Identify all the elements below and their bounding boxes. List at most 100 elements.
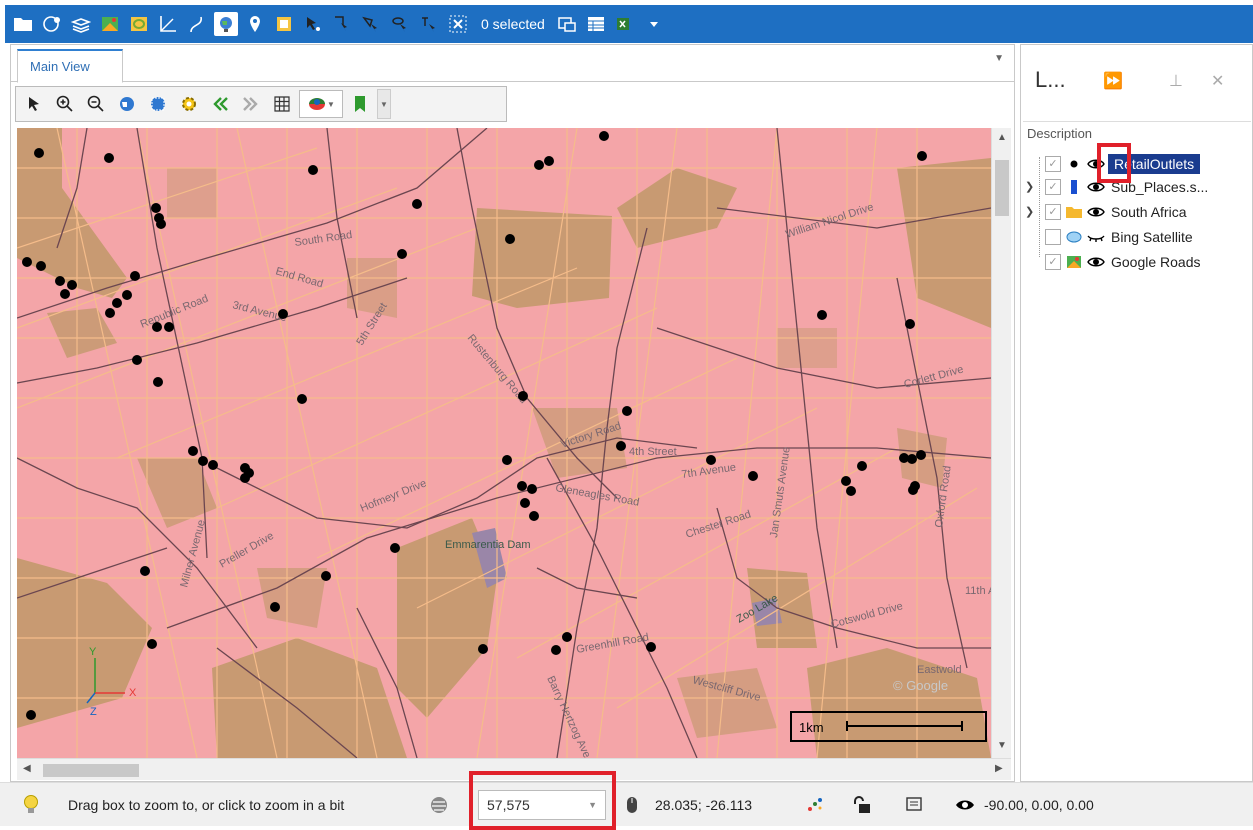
zoom-in-icon[interactable] xyxy=(51,90,79,118)
select-arrow-icon[interactable] xyxy=(301,12,325,36)
polygon-symbol-icon xyxy=(1065,179,1083,195)
layer-checkbox[interactable]: ✓ xyxy=(1045,253,1061,270)
vertical-scroll-thumb[interactable] xyxy=(995,160,1009,216)
settings-gear-icon[interactable] xyxy=(175,90,203,118)
pointer-icon[interactable] xyxy=(20,90,48,118)
layers-panel-header: L... ⏩ ⊥ ✕ xyxy=(1021,45,1252,120)
select-line-icon[interactable] xyxy=(417,12,441,36)
select-lasso-icon[interactable] xyxy=(388,12,412,36)
scroll-up-icon[interactable]: ▲ xyxy=(997,132,1007,143)
more-dropdown-icon[interactable] xyxy=(642,12,666,36)
layer-name: Bing Satellite xyxy=(1111,228,1193,245)
axis-z-label: Z xyxy=(90,706,97,718)
tab-main-view[interactable]: Main View xyxy=(17,49,123,83)
scroll-left-icon[interactable]: ◀ xyxy=(23,763,31,774)
google-attribution: © Google xyxy=(893,678,948,693)
pin-icon[interactable] xyxy=(243,12,267,36)
lightbulb-icon xyxy=(22,783,40,827)
scroll-down-icon[interactable]: ▼ xyxy=(997,740,1007,751)
expand-chevron-icon[interactable]: ❯ xyxy=(1025,205,1037,218)
theme-palette-icon[interactable]: ▼ xyxy=(299,90,343,118)
layer-checkbox[interactable]: ✓ xyxy=(1045,178,1061,195)
camera-eye-icon xyxy=(955,783,975,827)
map-toolbar: ▼ ▼ xyxy=(15,86,507,122)
zoom-out-icon[interactable] xyxy=(82,90,110,118)
map-svg[interactable]: William Nicol Drive South Road End Road … xyxy=(17,128,991,758)
layer-name: RetailOutlets xyxy=(1108,153,1201,174)
layer-row-google-roads[interactable]: ✓ Google Roads xyxy=(1025,250,1249,273)
pin-panel-icon[interactable]: ⊥ xyxy=(1169,71,1183,91)
status-hint-text: Drag box to zoom to, or click to zoom in… xyxy=(68,797,345,813)
scale-dropdown[interactable]: 57,575 ▼ xyxy=(478,790,606,820)
tab-strip: Main View ▼ xyxy=(11,45,1014,83)
scroll-right-icon[interactable]: ▶ xyxy=(995,763,1003,774)
layer-row-bing-satellite[interactable]: Bing Satellite xyxy=(1025,225,1249,248)
toolbar-overflow-icon[interactable]: ▼ xyxy=(377,89,391,119)
comment-icon[interactable] xyxy=(905,783,923,827)
axis-y-label: Y xyxy=(89,646,97,658)
measure-icon[interactable] xyxy=(156,12,180,36)
layer-name: Google Roads xyxy=(1111,253,1201,270)
layers-column-header: Description xyxy=(1027,126,1093,141)
bookmark-icon[interactable] xyxy=(346,90,374,118)
visibility-eye-icon[interactable] xyxy=(1087,157,1105,171)
grid-icon[interactable] xyxy=(268,90,296,118)
tab-dropdown-icon[interactable]: ▼ xyxy=(994,53,1004,64)
map-canvas[interactable]: William Nicol Drive South Road End Road … xyxy=(17,128,991,758)
close-panel-icon[interactable]: ✕ xyxy=(1211,71,1224,91)
horizontal-scroll-thumb[interactable] xyxy=(43,764,139,777)
select-poly-icon[interactable] xyxy=(359,12,383,36)
cursor-coordinates: 28.035; -26.113 xyxy=(655,797,753,813)
layers-icon[interactable] xyxy=(69,12,93,36)
scale-icon xyxy=(428,783,450,827)
label-jan-smuts: Jan Smuts Avenue xyxy=(768,446,793,538)
selection-count: 0 selected xyxy=(481,16,545,32)
pan-icon[interactable] xyxy=(272,12,296,36)
layer-checkbox[interactable]: ✓ xyxy=(1045,155,1061,172)
layers-panel-title: L... xyxy=(1035,67,1066,92)
label-eastwold: Eastwold xyxy=(917,664,962,676)
visibility-eye-icon[interactable] xyxy=(1087,205,1105,219)
zoom-selection-icon[interactable] xyxy=(555,12,579,36)
layer-name: South Africa xyxy=(1111,203,1187,220)
bing-icon xyxy=(1065,229,1083,245)
status-bar: Drag box to zoom to, or click to zoom in… xyxy=(0,782,1253,826)
full-extent-globe-icon[interactable] xyxy=(113,90,141,118)
forward-icon[interactable] xyxy=(237,90,265,118)
horizontal-scrollbar[interactable]: ◀ ▶ xyxy=(17,758,1011,780)
snap-icon[interactable] xyxy=(806,783,824,827)
layer-row-sub-places[interactable]: ❯ ✓ Sub_Places.s... xyxy=(1025,175,1249,198)
expand-chevron-icon[interactable]: ❯ xyxy=(1025,180,1037,193)
camera-rotation: -90.00, 0.00, 0.00 xyxy=(984,797,1094,813)
layer-name: Sub_Places.s... xyxy=(1111,178,1209,195)
label-4th-street: 4th Street xyxy=(629,446,677,458)
map-icon[interactable] xyxy=(98,12,122,36)
globe-settings-icon[interactable] xyxy=(40,12,64,36)
layer-checkbox[interactable]: ✓ xyxy=(1045,203,1061,220)
label-preller: Preller Drive xyxy=(218,530,276,571)
chevron-down-icon[interactable]: ▼ xyxy=(588,800,597,810)
google-map-icon xyxy=(1065,254,1083,270)
layer-row-south-africa[interactable]: ❯ ✓ South Africa xyxy=(1025,200,1249,223)
select-rect-icon[interactable] xyxy=(330,12,354,36)
visibility-eye-icon[interactable] xyxy=(1087,255,1105,269)
excel-export-icon[interactable] xyxy=(613,12,637,36)
panel-forward-icon[interactable]: ⏩ xyxy=(1103,71,1123,91)
globe-icon[interactable] xyxy=(214,12,238,36)
vertical-scrollbar[interactable]: ▲ ▼ xyxy=(991,128,1011,758)
route-icon[interactable] xyxy=(185,12,209,36)
label-hofmeyr: Hofmeyr Drive xyxy=(359,477,429,514)
visibility-eye-icon[interactable] xyxy=(1087,180,1105,194)
hidden-eye-icon[interactable] xyxy=(1087,230,1105,244)
back-icon[interactable] xyxy=(206,90,234,118)
label-south-road: South Road xyxy=(294,229,353,249)
attribute-table-icon[interactable] xyxy=(584,12,608,36)
frame-icon[interactable] xyxy=(127,12,151,36)
label-william-nicol: William Nicol Drive xyxy=(784,201,875,241)
lock-open-icon[interactable] xyxy=(852,783,872,827)
folder-icon[interactable] xyxy=(11,12,35,36)
clear-selection-icon[interactable] xyxy=(446,12,470,36)
layer-row-retailoutlets[interactable]: ✓ RetailOutlets xyxy=(1025,152,1249,175)
layer-checkbox[interactable] xyxy=(1045,228,1061,245)
zoom-layer-globe-icon[interactable] xyxy=(144,90,172,118)
